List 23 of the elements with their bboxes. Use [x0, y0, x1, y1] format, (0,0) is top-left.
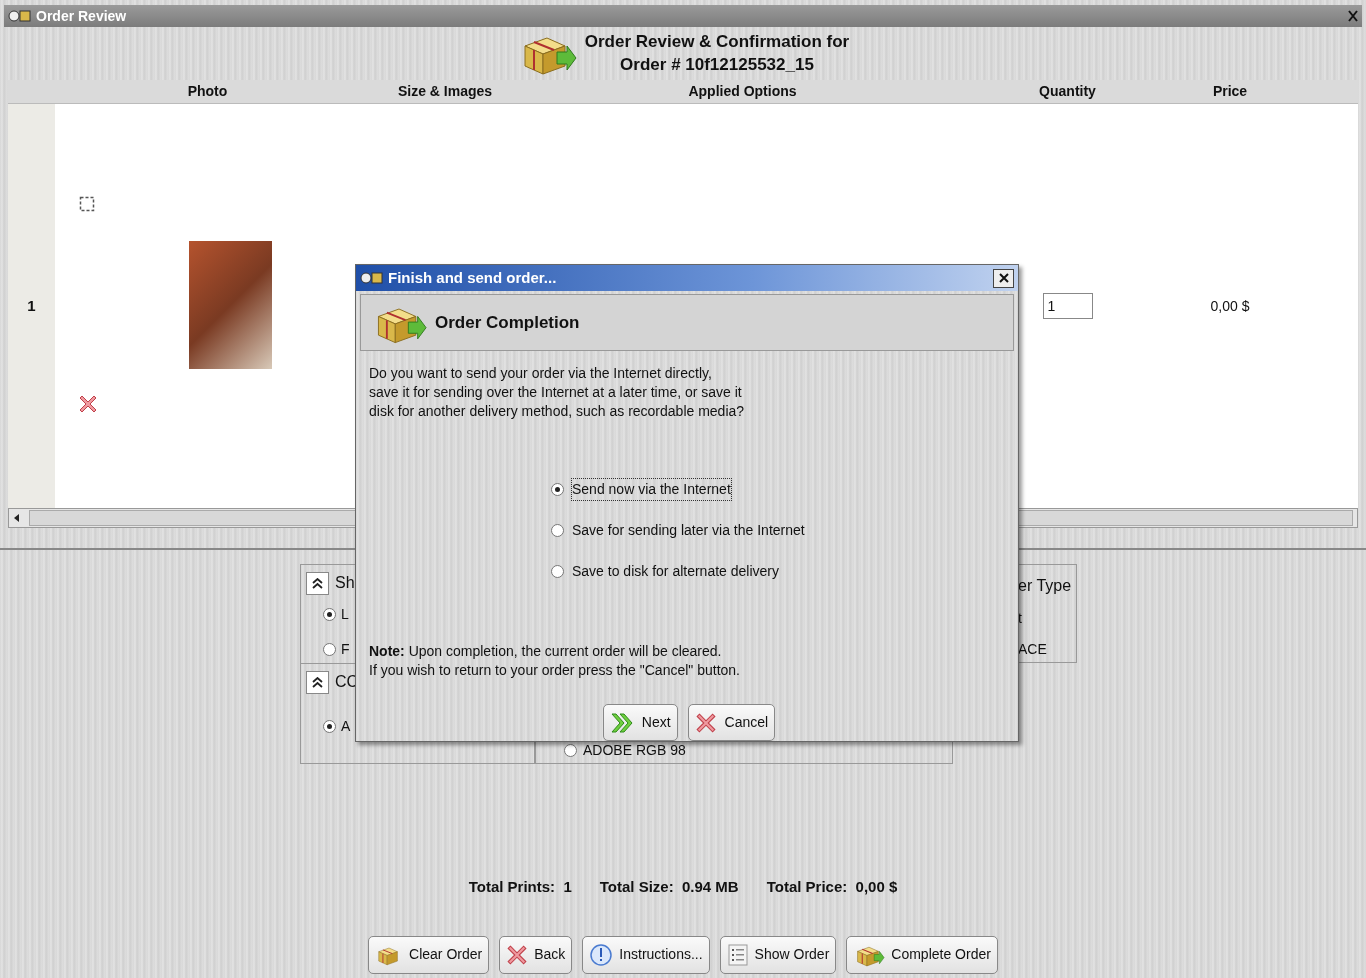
dialog-title: Finish and send order... [388, 267, 557, 288]
section-title: er Type [1018, 576, 1073, 596]
section-title: Sh [335, 573, 355, 593]
option-label: F [341, 640, 350, 659]
row-number: 1 [27, 295, 36, 316]
total-text: Total Size: 0.94 MB [599, 877, 739, 897]
column-header: Applied Options [687, 82, 798, 101]
option-label: A [341, 717, 351, 736]
dialog-heading: Order Completion [435, 311, 580, 334]
option-label: L [341, 605, 349, 624]
option-label: ACE [1018, 640, 1048, 659]
price-text: 0,00 $ [1210, 296, 1250, 316]
order-title: Order Review & Confirmation for Order # 10f12125532_15 [584, 30, 850, 76]
option-label: ADOBE RGB 98 [583, 741, 686, 760]
column-header: Size & Images [396, 82, 494, 101]
column-header: Quantity [1038, 82, 1097, 101]
column-header: Price [1211, 82, 1249, 101]
column-header: Photo [186, 82, 229, 101]
total-text: Total Price: 0,00 $ [766, 877, 898, 897]
dialog-message: Do you want to send your order via the Internet directly, save it for sending over the Internet at a later time, or save it disk for another delivery method, such as recordable media? [369, 364, 746, 421]
note-text: Note: Upon completion, the current order will be cleared. If you wish to return to your order press the "Cancel" button. [369, 642, 741, 680]
total-text: Total Prints: 1 [468, 877, 572, 897]
window-title: Order Review [36, 6, 127, 26]
